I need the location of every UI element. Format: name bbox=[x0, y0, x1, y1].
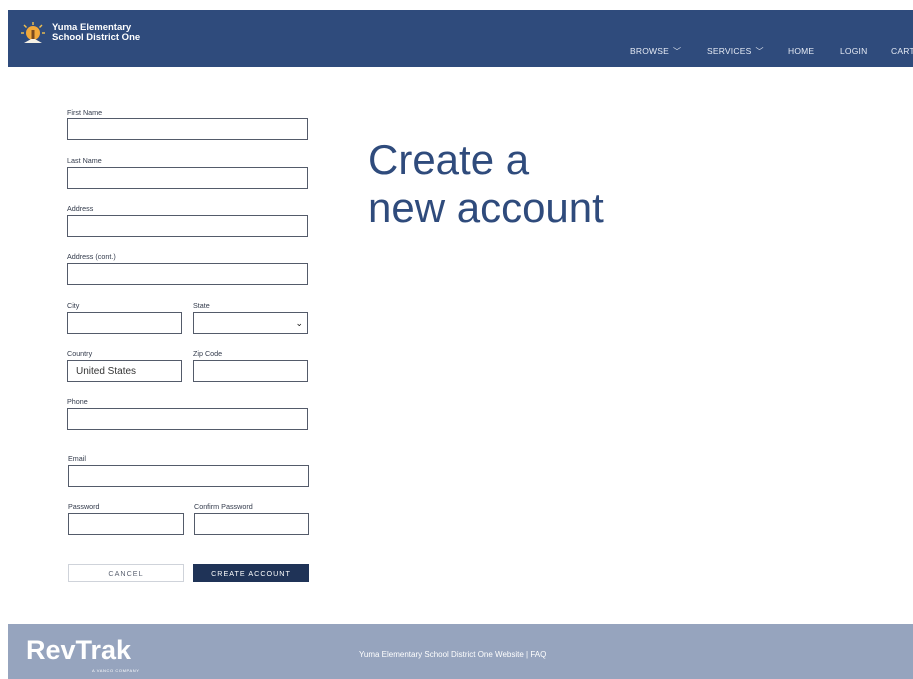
nav-login-label: LOGIN bbox=[840, 46, 868, 56]
create-account-button[interactable]: CREATE ACCOUNT bbox=[193, 564, 309, 582]
nav-home[interactable]: HOME bbox=[788, 46, 814, 56]
phone-field[interactable] bbox=[67, 408, 308, 430]
nav-cart[interactable]: CART bbox=[891, 46, 913, 56]
page-title-line-1: Create a bbox=[368, 136, 530, 183]
country-field[interactable]: United States bbox=[67, 360, 182, 382]
footer: RevTrak A VANCO COMPANY Yuma Elementary … bbox=[8, 624, 913, 679]
chevron-down-icon: ⌄ bbox=[295, 318, 303, 328]
address-field[interactable] bbox=[67, 215, 308, 237]
last-name-field[interactable] bbox=[67, 167, 308, 189]
nav-browse-label: BROWSE bbox=[630, 46, 669, 56]
district-logo-icon[interactable] bbox=[20, 21, 46, 47]
chevron-down-icon: ﹀ bbox=[672, 47, 682, 56]
first-name-field[interactable] bbox=[67, 118, 308, 140]
revtrak-logo-subtitle: A VANCO COMPANY bbox=[92, 668, 140, 673]
page-title: Create a new account bbox=[368, 136, 604, 232]
last-name-label: Last Name bbox=[67, 156, 102, 165]
nav-login[interactable]: LOGIN bbox=[840, 46, 867, 56]
phone-label: Phone bbox=[67, 397, 88, 406]
footer-links[interactable]: Yuma Elementary School District One Webs… bbox=[359, 650, 546, 659]
cancel-button[interactable]: CANCEL bbox=[68, 564, 184, 582]
first-name-label: First Name bbox=[67, 108, 103, 117]
top-navigation-bar: Yuma Elementary School District One BROW… bbox=[8, 10, 913, 67]
revtrak-logo[interactable]: RevTrak bbox=[26, 635, 131, 666]
nav-home-label: HOME bbox=[788, 46, 815, 56]
page-title-line-2: new account bbox=[368, 184, 604, 231]
confirm-password-field[interactable] bbox=[194, 513, 309, 535]
nav-services-label: SERVICES bbox=[707, 46, 752, 56]
district-name[interactable]: Yuma Elementary School District One bbox=[52, 23, 140, 43]
zip-code-field[interactable] bbox=[193, 360, 308, 382]
chevron-down-icon: ﹀ bbox=[755, 47, 764, 56]
address-cont-field[interactable] bbox=[67, 263, 308, 285]
country-label: Country bbox=[67, 349, 93, 358]
zip-code-label: Zip Code bbox=[193, 349, 223, 358]
email-label: Email bbox=[68, 454, 86, 463]
nav-cart-label: CART bbox=[891, 46, 913, 56]
nav-services[interactable]: SERVICES ﹀ bbox=[707, 46, 764, 57]
city-label: City bbox=[67, 301, 80, 310]
state-label: State bbox=[193, 301, 210, 310]
state-select[interactable]: ⌄ bbox=[193, 312, 308, 334]
email-field[interactable] bbox=[68, 465, 309, 487]
password-field[interactable] bbox=[68, 513, 184, 535]
confirm-password-label: Confirm Password bbox=[194, 502, 253, 511]
address-cont-label: Address (cont.) bbox=[67, 252, 116, 261]
nav-browse[interactable]: BROWSE ﹀ bbox=[630, 46, 681, 57]
address-label: Address bbox=[67, 204, 94, 213]
city-field[interactable] bbox=[67, 312, 182, 334]
brand-line-2: School District One bbox=[52, 32, 141, 43]
password-label: Password bbox=[68, 502, 100, 511]
